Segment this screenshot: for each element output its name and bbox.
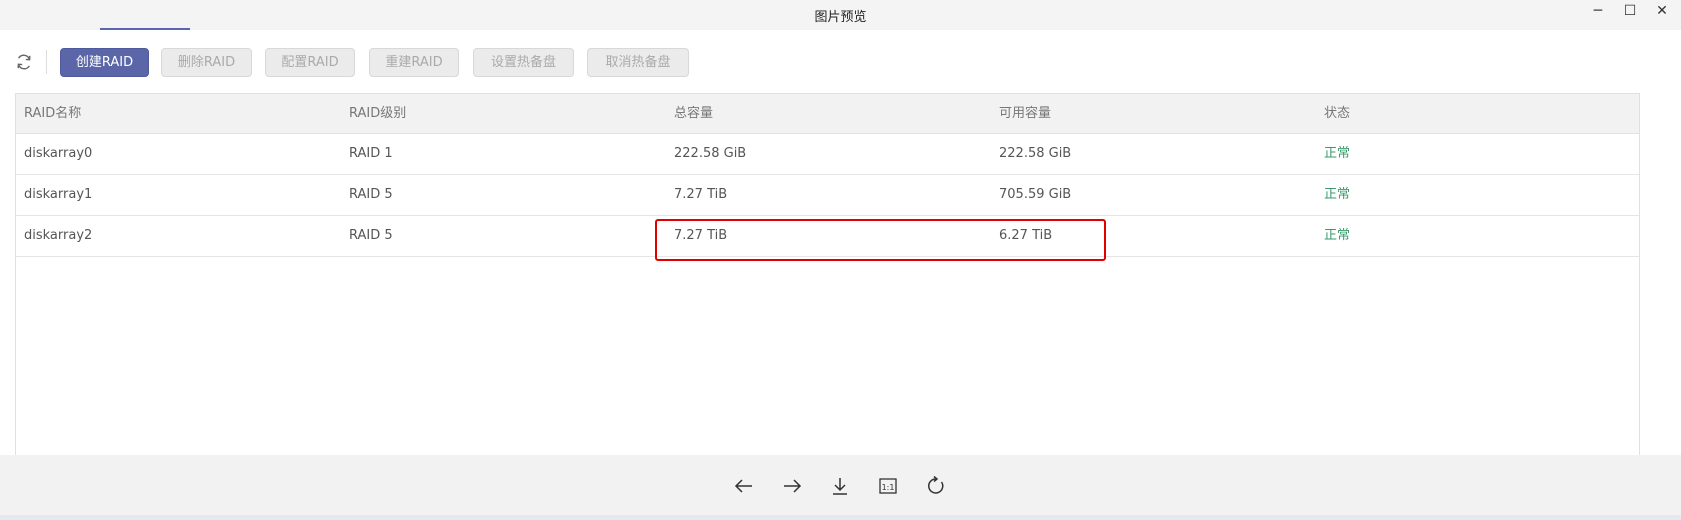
arrow-right-icon[interactable] <box>781 475 803 497</box>
raid-name-cell: diskarray0 <box>24 146 93 161</box>
column-header-name[interactable]: RAID名称 <box>24 94 81 134</box>
toolbar-divider <box>46 50 47 74</box>
column-header-level[interactable]: RAID级别 <box>349 94 406 134</box>
table-header: RAID名称 RAID级别 总容量 可用容量 状态 <box>16 94 1639 134</box>
refresh-icon[interactable] <box>14 52 34 72</box>
viewer-toolbar: 1:1 <box>0 455 1681 515</box>
actual-size-label: 1:1 <box>882 483 895 492</box>
download-icon[interactable] <box>829 475 851 497</box>
table-row[interactable]: diskarray0 RAID 1 222.58 GiB 222.58 GiB … <box>16 134 1639 175</box>
cancel-hot-spare-button[interactable]: 取消热备盘 <box>587 48 689 77</box>
available-capacity-cell: 705.59 GiB <box>999 187 1072 202</box>
raid-level-cell: RAID 5 <box>349 228 393 243</box>
create-raid-button[interactable]: 创建RAID <box>60 48 149 77</box>
title-bar: 图片预览 ─ ☐ ✕ <box>0 0 1681 28</box>
background-window-edge <box>0 515 1681 520</box>
table-row[interactable]: diskarray1 RAID 5 7.27 TiB 705.59 GiB 正常 <box>16 175 1639 216</box>
rotate-icon[interactable] <box>925 475 947 497</box>
raid-name-cell: diskarray2 <box>24 228 93 243</box>
configure-raid-button[interactable]: 配置RAID <box>265 48 355 77</box>
raid-level-cell: RAID 5 <box>349 187 393 202</box>
actual-size-icon[interactable]: 1:1 <box>877 475 899 497</box>
delete-raid-button[interactable]: 删除RAID <box>161 48 252 77</box>
status-cell: 正常 <box>1324 146 1351 161</box>
available-capacity-cell: 222.58 GiB <box>999 146 1072 161</box>
window-title: 图片预览 <box>814 10 867 25</box>
column-header-status[interactable]: 状态 <box>1324 94 1350 134</box>
close-button[interactable]: ✕ <box>1650 2 1674 22</box>
rebuild-raid-button[interactable]: 重建RAID <box>369 48 459 77</box>
raid-name-cell: diskarray1 <box>24 187 93 202</box>
raid-toolbar: 创建RAID 删除RAID 配置RAID 重建RAID 设置热备盘 取消热备盘 <box>0 30 1681 92</box>
minimize-button[interactable]: ─ <box>1586 2 1610 22</box>
arrow-left-icon[interactable] <box>733 475 755 497</box>
column-header-total[interactable]: 总容量 <box>674 94 713 134</box>
raid-table: RAID名称 RAID级别 总容量 可用容量 状态 diskarray0 RAI… <box>15 93 1640 455</box>
total-capacity-cell: 7.27 TiB <box>674 187 728 202</box>
column-header-available[interactable]: 可用容量 <box>999 94 1051 134</box>
maximize-button[interactable]: ☐ <box>1618 2 1642 22</box>
total-capacity-cell: 222.58 GiB <box>674 146 747 161</box>
set-hot-spare-button[interactable]: 设置热备盘 <box>473 48 574 77</box>
highlight-box <box>655 219 1106 261</box>
raid-level-cell: RAID 1 <box>349 146 393 161</box>
status-cell: 正常 <box>1324 187 1351 202</box>
status-cell: 正常 <box>1324 228 1351 243</box>
